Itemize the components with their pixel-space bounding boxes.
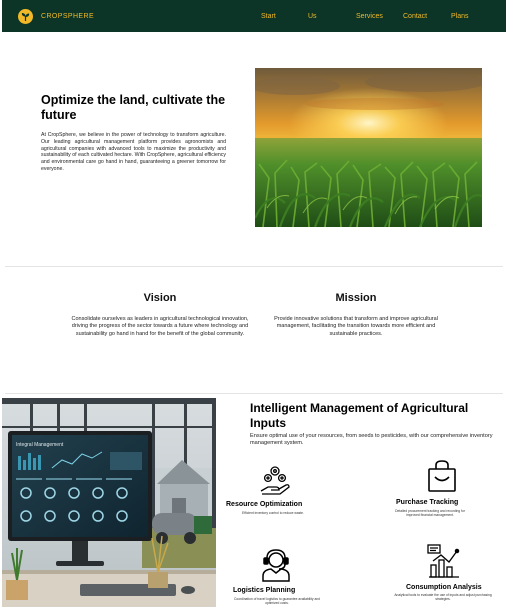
nav-link-plans[interactable]: Plans (451, 13, 469, 20)
vision-title: Vision (143, 292, 177, 304)
brand-name: CROPSPHERE (41, 13, 95, 20)
inputs-subtitle: Ensure optimal use of your resources, fr… (250, 433, 493, 447)
feature-desc-logistics-planning: Coordination of travel logistics to guar… (234, 597, 320, 606)
inputs-title: Intelligent Management of Agricultural I… (250, 401, 469, 430)
mission-text: Provide innovative solutions that transf… (274, 316, 438, 337)
hero-title: Optimize the land, cultivate the future (41, 93, 226, 122)
feature-desc-purchase-tracking: Detailed procurement tracking and record… (395, 509, 465, 518)
shopping-bag-icon (428, 460, 456, 492)
hand-gears-icon (260, 466, 290, 495)
feature-desc-resource-optimization: Efficient inventory control to reduce wa… (242, 511, 304, 515)
nav-link-services[interactable]: Services (356, 13, 383, 20)
feature-title-resource-optimization: Resource Optimization (226, 501, 303, 508)
feature-title-purchase-tracking: Purchase Tracking (396, 499, 459, 506)
nav-link-start[interactable]: Start (261, 13, 276, 20)
nav-link-us[interactable]: Us (308, 13, 317, 20)
brand[interactable]: CROPSPHERE (18, 9, 94, 24)
analytics-chart-icon (427, 544, 460, 578)
hero-text: At CropSphere, we believe in the power o… (41, 132, 226, 172)
nav-link-contact[interactable]: Contact (403, 13, 427, 20)
sprout-logo-icon (18, 9, 33, 24)
top-nav: CROPSPHERE Start Us Services Contact Pla… (2, 0, 506, 32)
feature-title-consumption-analysis: Consumption Analysis (406, 584, 482, 591)
mission-title: Mission (335, 292, 377, 304)
section-divider (5, 266, 503, 267)
section-divider (5, 393, 503, 394)
farm-office-monitor-image: Integral Management (2, 398, 216, 607)
feature-title-logistics-planning: Logistics Planning (233, 587, 296, 594)
support-agent-icon (262, 549, 290, 582)
vision-text: Consolidate ourselves as leaders in agri… (71, 316, 249, 337)
screen-title: Integral Management (16, 442, 64, 448)
cornfield-sunset-image (255, 68, 482, 227)
feature-desc-consumption-analysis: Analytical tools to evaluate the use of … (394, 593, 492, 602)
